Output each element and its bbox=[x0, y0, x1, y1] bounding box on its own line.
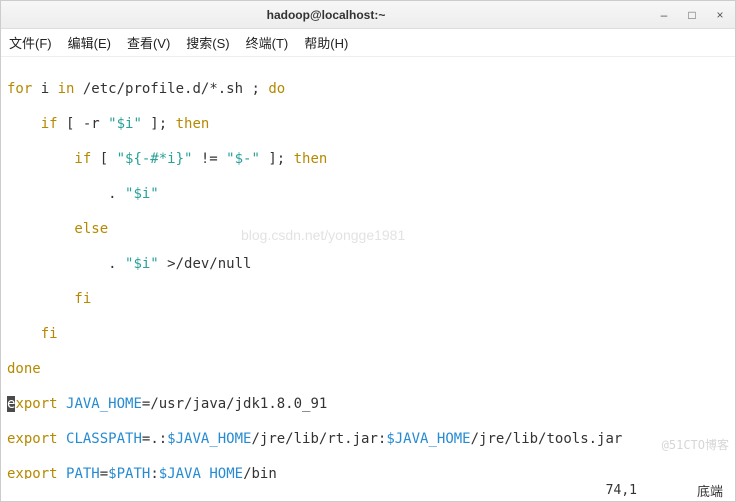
terminal-content[interactable]: for i in /etc/profile.d/*.sh ; do if [ -… bbox=[1, 57, 735, 479]
corner-watermark: @51CTO博客 bbox=[662, 438, 729, 453]
menu-file[interactable]: 文件(F) bbox=[9, 33, 52, 52]
position-mode: 底端 bbox=[697, 481, 723, 500]
menubar: 文件(F) 编辑(E) 查看(V) 搜索(S) 终端(T) 帮助(H) bbox=[1, 29, 735, 57]
terminal-window: hadoop@localhost:~ – □ × 文件(F) 编辑(E) 查看(… bbox=[0, 0, 736, 502]
cursor-position: 74,1 bbox=[606, 483, 637, 498]
menu-terminal[interactable]: 终端(T) bbox=[246, 33, 289, 52]
close-button[interactable]: × bbox=[711, 6, 729, 24]
window-title: hadoop@localhost:~ bbox=[7, 8, 645, 22]
minimize-button[interactable]: – bbox=[655, 6, 673, 24]
menu-edit[interactable]: 编辑(E) bbox=[68, 33, 111, 52]
menu-help[interactable]: 帮助(H) bbox=[304, 33, 348, 52]
menu-search[interactable]: 搜索(S) bbox=[186, 33, 229, 52]
titlebar: hadoop@localhost:~ – □ × bbox=[1, 1, 735, 29]
menu-view[interactable]: 查看(V) bbox=[127, 33, 170, 52]
maximize-button[interactable]: □ bbox=[683, 6, 701, 24]
statusbar: 74,1 底端 bbox=[1, 479, 735, 501]
kw-for: for bbox=[7, 81, 32, 97]
